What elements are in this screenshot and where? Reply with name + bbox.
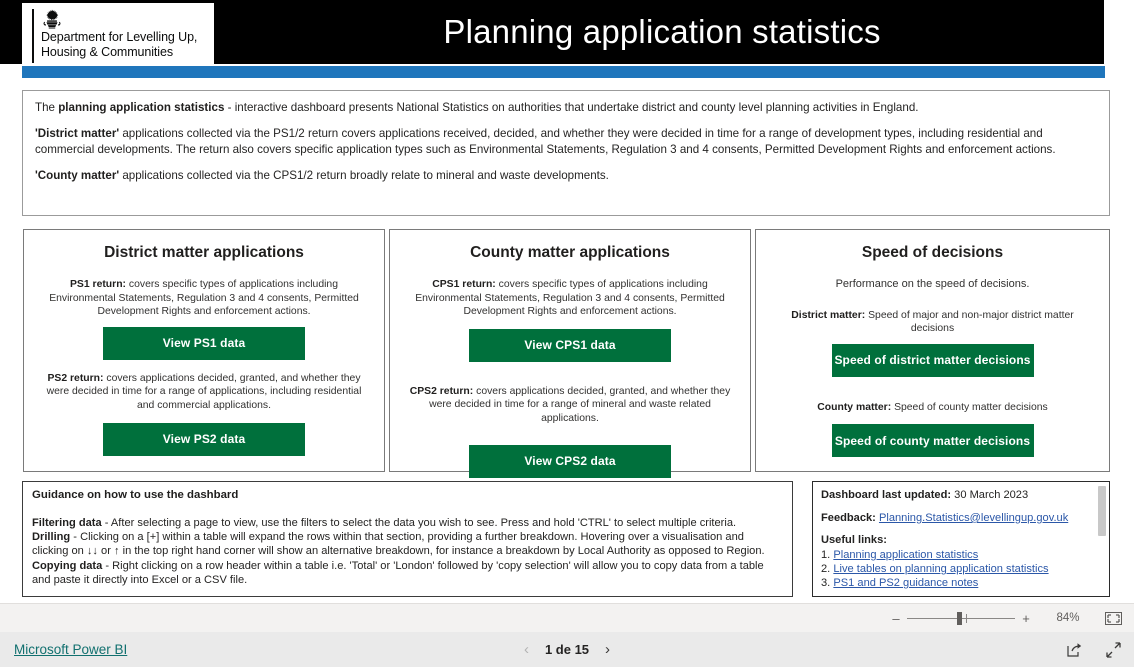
- card-county-cps1-text: CPS1 return: covers specific types of ap…: [402, 278, 738, 319]
- guidance-heading: Guidance on how to use the dashbard: [32, 489, 239, 501]
- card-speed-of-decisions: Speed of decisions Performance on the sp…: [755, 229, 1110, 472]
- link-number: 1.: [821, 549, 834, 561]
- view-cps2-data-button[interactable]: View CPS2 data: [469, 444, 671, 478]
- card-speed-county-text: County matter: Speed of county matter de…: [768, 401, 1097, 415]
- zoom-slider-thumb[interactable]: [957, 611, 962, 625]
- card-county-cps2-text: CPS2 return: covers applications decided…: [402, 385, 738, 426]
- fullscreen-icon: [1106, 641, 1121, 658]
- useful-link-item: 2. Live tables on planning application s…: [821, 562, 1099, 576]
- guidance-drilling-label: Drilling: [32, 531, 71, 544]
- guidance-drilling-text: - Clicking on a [+] within a table will …: [32, 531, 765, 558]
- intro-p2-rest: applications collected via the PS1/2 ret…: [35, 127, 1056, 156]
- guidance-panel: Guidance on how to use the dashbard Filt…: [22, 481, 793, 597]
- intro-paragraph-3: 'County matter' applications collected v…: [35, 168, 1097, 183]
- ps1-label: PS1 return:: [70, 279, 127, 290]
- intro-p3-bold: 'County matter': [35, 169, 120, 183]
- zoom-toolbar: – + 84%: [0, 603, 1134, 632]
- intro-p1-bold: planning application statistics: [58, 101, 225, 114]
- link-number: 2.: [821, 563, 834, 575]
- intro-p1-rest: - interactive dashboard presents Nationa…: [224, 101, 919, 114]
- speed-district-decisions-button[interactable]: Speed of district matter decisions: [831, 343, 1034, 377]
- intro-panel: The planning application statistics - in…: [22, 90, 1110, 216]
- feedback-email-link[interactable]: Planning.Statistics@levellingup.gov.uk: [879, 512, 1068, 524]
- share-button[interactable]: [1066, 642, 1083, 658]
- zoom-slider-tick: [966, 613, 967, 623]
- intro-p3-rest: applications collected via the CPS1/2 re…: [119, 169, 609, 183]
- cps1-label: CPS1 return:: [432, 279, 496, 290]
- footer-bar: Microsoft Power BI ‹ 1 de 15 ›: [0, 632, 1134, 667]
- useful-link-item: 1. Planning application statistics: [821, 548, 1099, 562]
- logo-line-1: Department for Levelling Up,: [41, 30, 198, 44]
- intro-paragraph-1: The planning application statistics - in…: [35, 100, 1097, 115]
- last-updated-value: 30 March 2023: [951, 489, 1029, 501]
- card-speed-title: Speed of decisions: [861, 244, 1004, 261]
- link-ps1-ps2-guidance-notes[interactable]: PS1 and PS2 guidance notes: [833, 577, 978, 589]
- header-band-filler: [1104, 0, 1134, 64]
- footer-icon-group: [1066, 641, 1122, 658]
- intro-p2-bold: 'District matter': [35, 127, 120, 141]
- guidance-filtering-label: Filtering data: [32, 517, 102, 529]
- zoom-in-button[interactable]: +: [1019, 611, 1033, 626]
- logo-line-2: Housing & Communities: [41, 44, 173, 59]
- zoom-out-button[interactable]: –: [889, 611, 903, 626]
- card-district-title: District matter applications: [104, 244, 304, 261]
- view-ps1-data-button[interactable]: View PS1 data: [103, 326, 305, 360]
- accent-bar: [22, 66, 1105, 78]
- guidance-drilling: Drilling - Clicking on a [+] within a ta…: [32, 530, 783, 558]
- cps2-label: CPS2 return:: [409, 385, 474, 397]
- speed-county-label: County matter:: [817, 401, 892, 413]
- card-speed-district-text: District matter: Speed of major and non-…: [768, 309, 1097, 336]
- speed-county-desc: Speed of county matter decisions: [891, 401, 1048, 413]
- view-ps2-data-button[interactable]: View PS2 data: [103, 422, 305, 456]
- dluhc-logo: Department for Levelling Up, Housing & C…: [22, 3, 214, 67]
- ps2-label: PS2 return:: [47, 372, 104, 384]
- card-district-ps1-text: PS1 return: covers specific types of app…: [36, 278, 372, 319]
- guidance-filtering: Filtering data - After selecting a page …: [32, 516, 783, 530]
- card-speed-subtitle: Performance on the speed of decisions.: [835, 278, 1030, 290]
- useful-links-label: Useful links:: [821, 534, 887, 546]
- zoom-percentage-label: 84%: [1056, 612, 1080, 624]
- view-cps1-data-button[interactable]: View CPS1 data: [469, 328, 671, 362]
- card-district-ps2-text: PS2 return: covers applications decided,…: [36, 372, 372, 413]
- speed-county-decisions-button[interactable]: Speed of county matter decisions: [831, 424, 1034, 458]
- page-title: Planning application statistics: [443, 13, 881, 50]
- fullscreen-button[interactable]: [1105, 641, 1122, 658]
- fit-to-page-icon: [1105, 611, 1122, 625]
- royal-crest-icon: [43, 9, 61, 29]
- card-county-title: County matter applications: [470, 244, 670, 261]
- page-indicator-label: 1 de 15: [544, 642, 590, 657]
- useful-link-item: 3. PS1 and PS2 guidance notes: [821, 576, 1099, 590]
- card-district-matter: District matter applications PS1 return:…: [23, 229, 385, 472]
- page-navigator: ‹ 1 de 15 ›: [0, 642, 1134, 657]
- link-planning-application-statistics[interactable]: Planning application statistics: [833, 549, 978, 561]
- guidance-copying-label: Copying data: [32, 559, 103, 572]
- intro-paragraph-2: 'District matter' applications collected…: [35, 126, 1097, 157]
- zoom-slider-track[interactable]: [907, 611, 1015, 625]
- feedback-row: Feedback: Planning.Statistics@levellingu…: [821, 511, 1099, 525]
- speed-district-desc: Speed of major and non-major district ma…: [865, 309, 1074, 335]
- intro-p1-lead: The: [35, 101, 59, 114]
- fit-to-page-button[interactable]: [1105, 611, 1122, 625]
- guidance-copying-text: - Right clicking on a row header within …: [32, 559, 764, 586]
- feedback-label: Feedback:: [821, 512, 876, 524]
- info-panel-scrollbar-thumb[interactable]: [1098, 486, 1106, 536]
- previous-page-button[interactable]: ‹: [524, 642, 529, 657]
- share-icon: [1067, 642, 1082, 657]
- speed-district-label: District matter:: [791, 309, 866, 321]
- report-canvas: Department for Levelling Up, Housing & C…: [0, 0, 1134, 603]
- guidance-filtering-text: - After selecting a page to view, use th…: [101, 517, 737, 529]
- next-page-button[interactable]: ›: [605, 642, 610, 657]
- card-county-matter: County matter applications CPS1 return: …: [389, 229, 751, 478]
- cps2-desc: covers applications decided, granted, an…: [429, 385, 731, 424]
- dashboard-info-panel: Dashboard last updated: 30 March 2023 Fe…: [812, 481, 1110, 597]
- link-live-tables[interactable]: Live tables on planning application stat…: [833, 563, 1048, 575]
- last-updated-row: Dashboard last updated: 30 March 2023: [821, 488, 1099, 502]
- link-number: 3.: [821, 577, 834, 589]
- guidance-copying: Copying data - Right clicking on a row h…: [32, 559, 783, 587]
- last-updated-label: Dashboard last updated:: [821, 489, 952, 501]
